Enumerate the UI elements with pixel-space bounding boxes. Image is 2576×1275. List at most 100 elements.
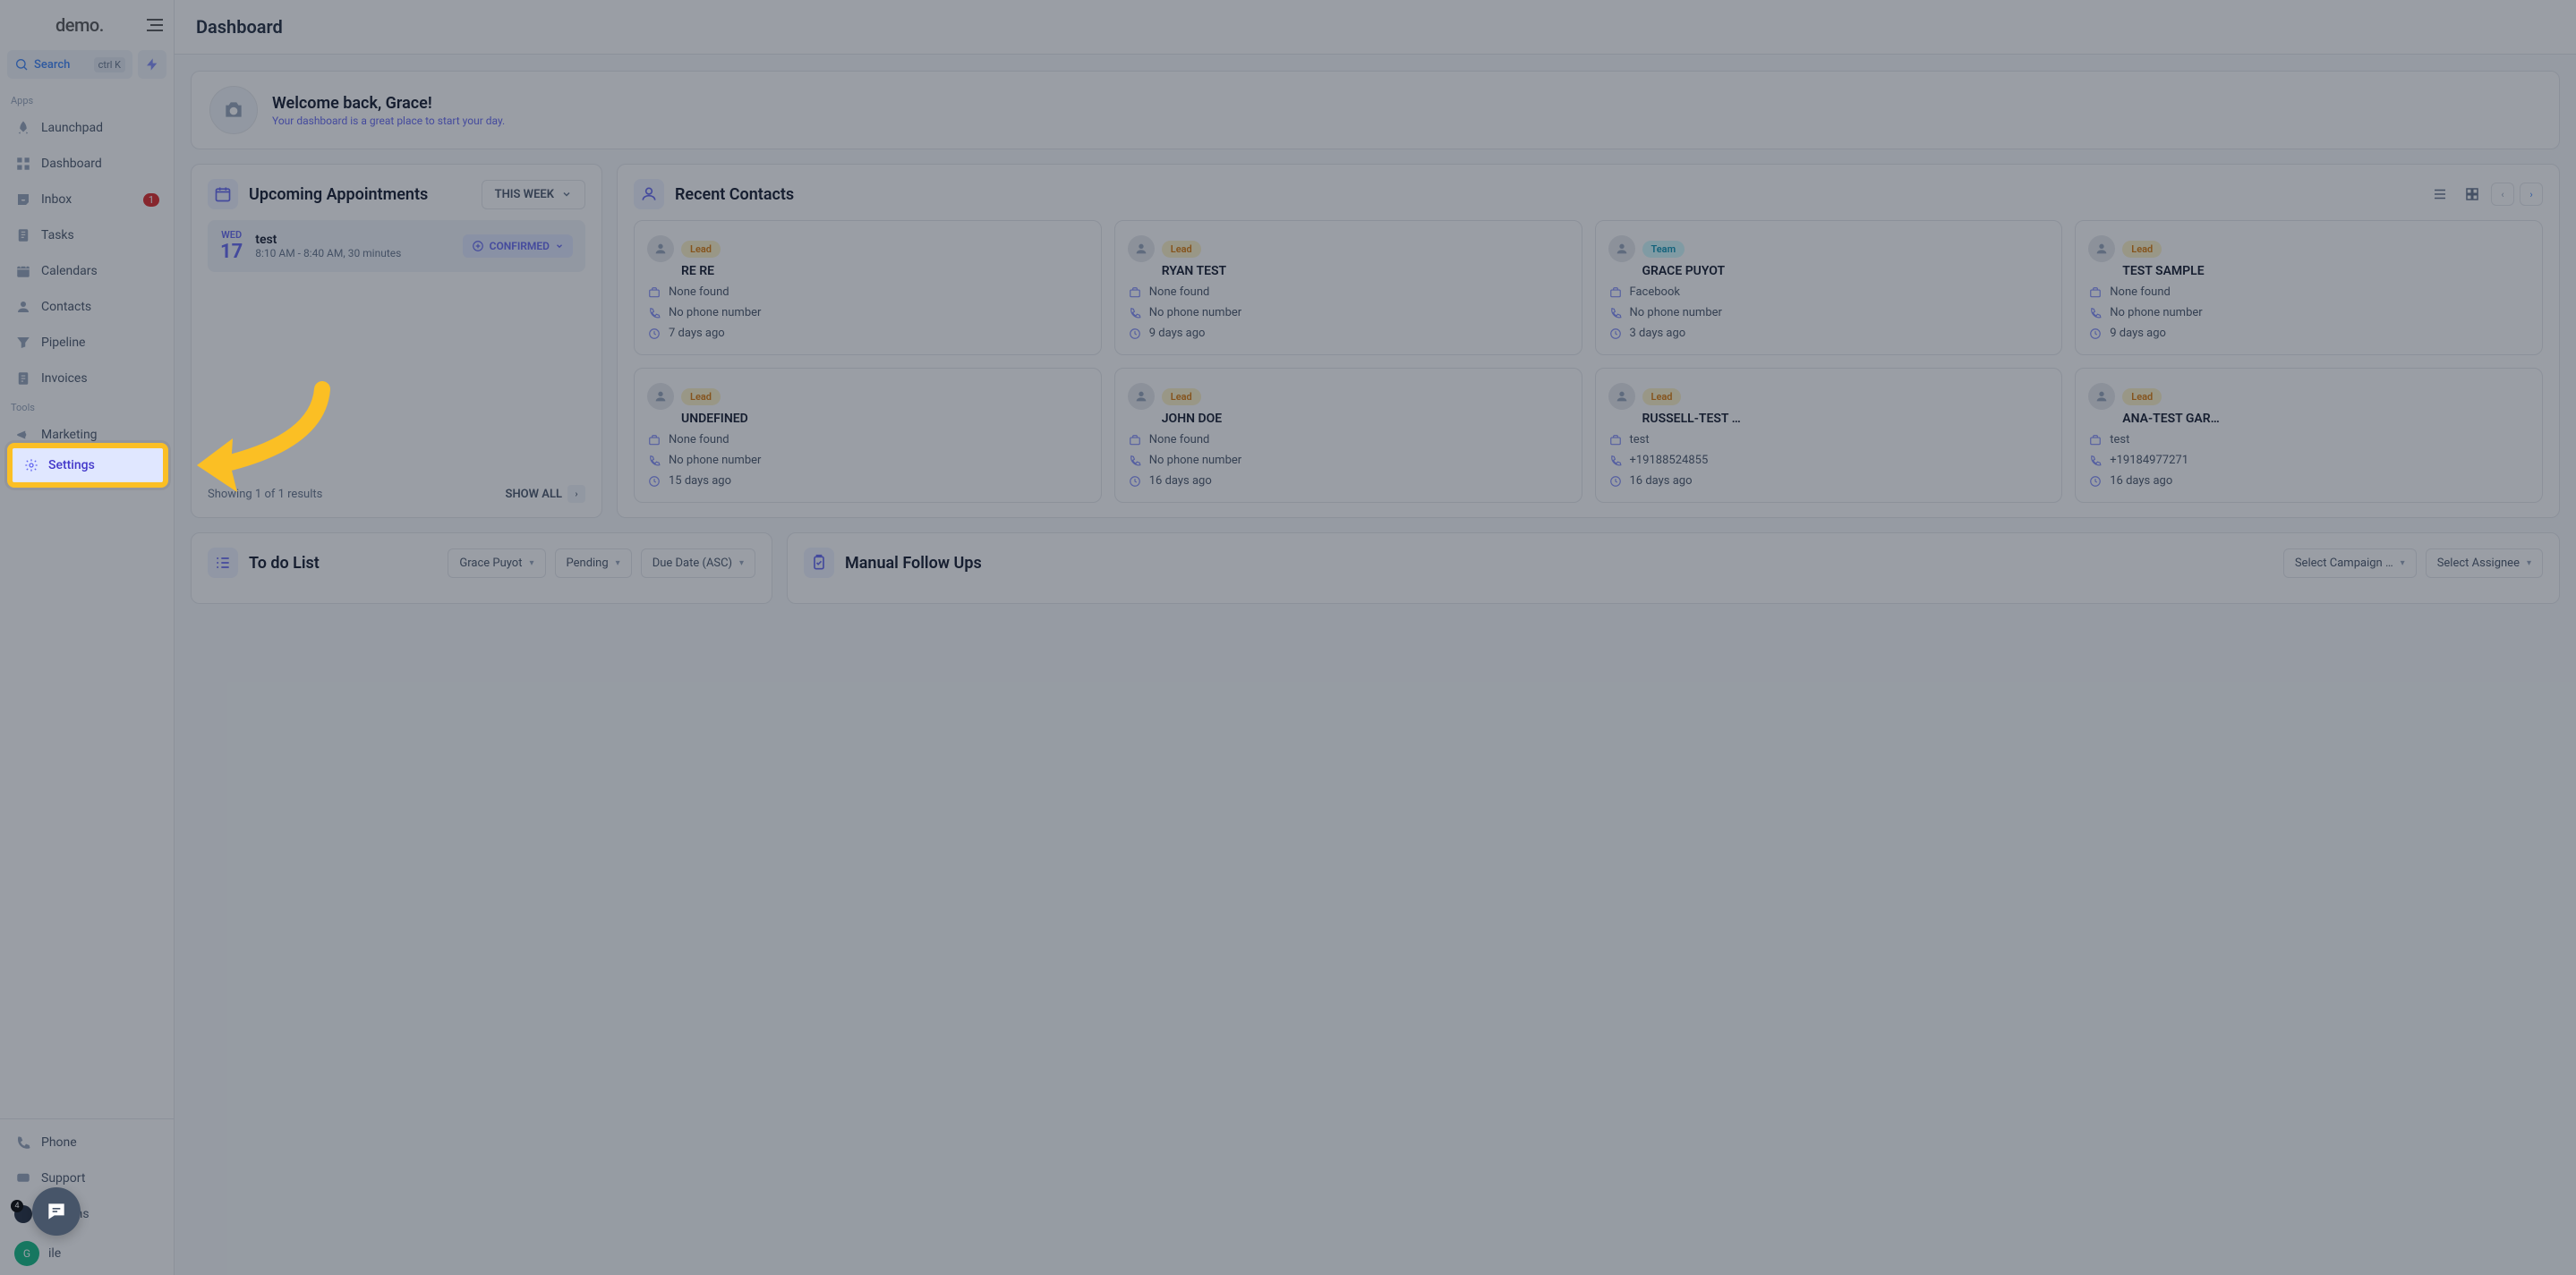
followup-campaign-filter[interactable]: Select Campaign …▾	[2283, 548, 2417, 578]
sidebar-item-notifications[interactable]: 4 fications	[0, 1196, 174, 1232]
sidebar-item-profile[interactable]: G ile	[0, 1232, 174, 1275]
contact-name: RE RE	[681, 264, 1088, 278]
sidebar-item-label: Phone	[41, 1135, 77, 1150]
contact-phone: No phone number	[1149, 454, 1241, 467]
main-content: Dashboard Welcome back, Grace! Your dash…	[175, 0, 2576, 1275]
chat-fab-button[interactable]	[32, 1187, 81, 1236]
megaphone-icon	[15, 427, 31, 443]
sidebar-item-calendars[interactable]: Calendars	[0, 253, 174, 289]
chevron-down-icon	[561, 189, 572, 200]
clock-icon	[648, 475, 661, 488]
sidebar-item-launchpad[interactable]: Launchpad	[0, 110, 174, 146]
chevron-down-icon: ▾	[529, 558, 533, 568]
briefcase-icon	[648, 286, 661, 299]
sidebar-item-label: Pipeline	[41, 336, 86, 350]
contact-avatar	[1128, 235, 1155, 262]
search-shortcut: ctrl K	[94, 57, 125, 72]
timerange-dropdown[interactable]: THIS WEEK	[482, 180, 585, 209]
sidebar-item-pipeline[interactable]: Pipeline	[0, 325, 174, 361]
contact-phone: No phone number	[669, 454, 761, 467]
sidebar-item-contacts[interactable]: Contacts	[0, 289, 174, 325]
search-input[interactable]: Search ctrl K	[7, 50, 132, 79]
sidebar-item-inbox[interactable]: Inbox 1	[0, 182, 174, 217]
inbox-icon	[15, 191, 31, 208]
contact-card[interactable]: Lead RE RE None found No phone number 7 …	[634, 220, 1102, 355]
sidebar-item-label: Support	[41, 1171, 85, 1186]
calendar-icon	[15, 263, 31, 279]
contact-time: 3 days ago	[1630, 327, 1686, 340]
recent-contacts-panel: Recent Contacts ‹ › Lead RE RE No	[617, 164, 2560, 518]
sidebar: demo Search ctrl K Apps Launchpad Dashbo…	[0, 0, 175, 1275]
contact-phone: No phone number	[669, 306, 761, 319]
quick-action-button[interactable]	[138, 50, 166, 79]
section-apps-label: Apps	[0, 91, 174, 110]
app-logo: demo	[55, 14, 104, 36]
clock-icon	[1609, 475, 1622, 488]
prev-page-button[interactable]: ‹	[2491, 183, 2514, 206]
checklist-icon	[214, 554, 232, 572]
contact-company: None found	[1149, 285, 1210, 299]
sidebar-item-label: Tasks	[41, 228, 74, 242]
contact-card[interactable]: Lead JOHN DOE None found No phone number…	[1114, 368, 1582, 503]
appt-title: test	[255, 233, 401, 247]
contact-card[interactable]: Lead TEST SAMPLE None found No phone num…	[2075, 220, 2543, 355]
welcome-subtitle: Your dashboard is a great place to start…	[272, 115, 505, 127]
contact-tag: Lead	[2122, 388, 2162, 405]
sidebar-item-dashboard[interactable]: Dashboard	[0, 146, 174, 182]
contact-card[interactable]: Team GRACE PUYOT Facebook No phone numbe…	[1595, 220, 2063, 355]
sidebar-item-phone[interactable]: Phone	[0, 1125, 174, 1160]
camera-icon	[222, 98, 245, 122]
todo-user-filter[interactable]: Grace Puyot▾	[448, 548, 545, 578]
sidebar-item-support[interactable]: Support	[0, 1160, 174, 1196]
profile-photo-placeholder[interactable]	[209, 86, 258, 134]
contact-company: test	[1630, 433, 1650, 446]
sidebar-item-label: ile	[48, 1246, 61, 1261]
followup-assignee-filter[interactable]: Select Assignee▾	[2426, 548, 2543, 578]
view-grid-button[interactable]	[2459, 181, 2486, 208]
contact-card[interactable]: Lead ANA-TEST GAR… test +19184977271 16 …	[2075, 368, 2543, 503]
person-icon	[2094, 389, 2109, 404]
contact-card[interactable]: Lead RUSSELL-TEST … test +19188524855 16…	[1595, 368, 2063, 503]
contact-card[interactable]: Lead UNDEFINED None found No phone numbe…	[634, 368, 1102, 503]
sidebar-item-invoices[interactable]: Invoices	[0, 361, 174, 396]
contact-time: 9 days ago	[2110, 327, 2166, 340]
list-icon	[2432, 186, 2448, 202]
notification-count: 4	[11, 1200, 23, 1212]
todo-panel: To do List Grace Puyot▾ Pending▾ Due Dat…	[191, 532, 772, 604]
sidebar-item-tasks[interactable]: Tasks	[0, 217, 174, 253]
chat-bubble-icon	[45, 1200, 68, 1223]
phone-icon	[15, 1135, 31, 1151]
contact-card[interactable]: Lead RYAN TEST None found No phone numbe…	[1114, 220, 1582, 355]
clock-icon	[648, 327, 661, 340]
sidebar-item-label: Invoices	[41, 371, 88, 386]
sidebar-item-label: Launchpad	[41, 121, 103, 135]
briefcase-icon	[1129, 434, 1141, 446]
briefcase-icon	[1129, 286, 1141, 299]
contact-name: ANA-TEST GAR…	[2122, 412, 2529, 426]
sidebar-item-settings[interactable]: Settings	[7, 443, 168, 488]
next-page-button[interactable]: ›	[2520, 183, 2543, 206]
appointment-item[interactable]: WED 17 test 8:10 AM - 8:40 AM, 30 minute…	[208, 220, 585, 272]
contact-tag: Lead	[681, 388, 721, 405]
appt-day-of-week: WED	[220, 229, 243, 241]
panel-title: Manual Follow Ups	[845, 554, 982, 573]
section-tools-label: Tools	[0, 398, 174, 417]
menu-toggle-icon[interactable]	[147, 19, 163, 31]
view-list-button[interactable]	[2427, 181, 2453, 208]
person-icon	[653, 389, 668, 404]
page-title: Dashboard	[175, 0, 2576, 55]
phone-icon	[2089, 455, 2102, 467]
panel-title: Upcoming Appointments	[249, 185, 428, 204]
contact-tag: Lead	[681, 241, 721, 258]
todo-status-filter[interactable]: Pending▾	[555, 548, 632, 578]
sidebar-item-label: Calendars	[41, 264, 98, 278]
chevron-down-icon: ▾	[2401, 558, 2405, 568]
show-all-button[interactable]: SHOW ALL ›	[506, 485, 585, 503]
chevron-right-icon: ›	[567, 485, 585, 503]
contact-phone: +19184977271	[2110, 454, 2188, 467]
todo-sort-filter[interactable]: Due Date (ASC)▾	[641, 548, 755, 578]
grid-icon	[2464, 186, 2480, 202]
briefcase-icon	[2089, 286, 2102, 299]
appt-status-dropdown[interactable]: CONFIRMED	[463, 234, 573, 258]
contact-tag: Lead	[1162, 241, 1201, 258]
